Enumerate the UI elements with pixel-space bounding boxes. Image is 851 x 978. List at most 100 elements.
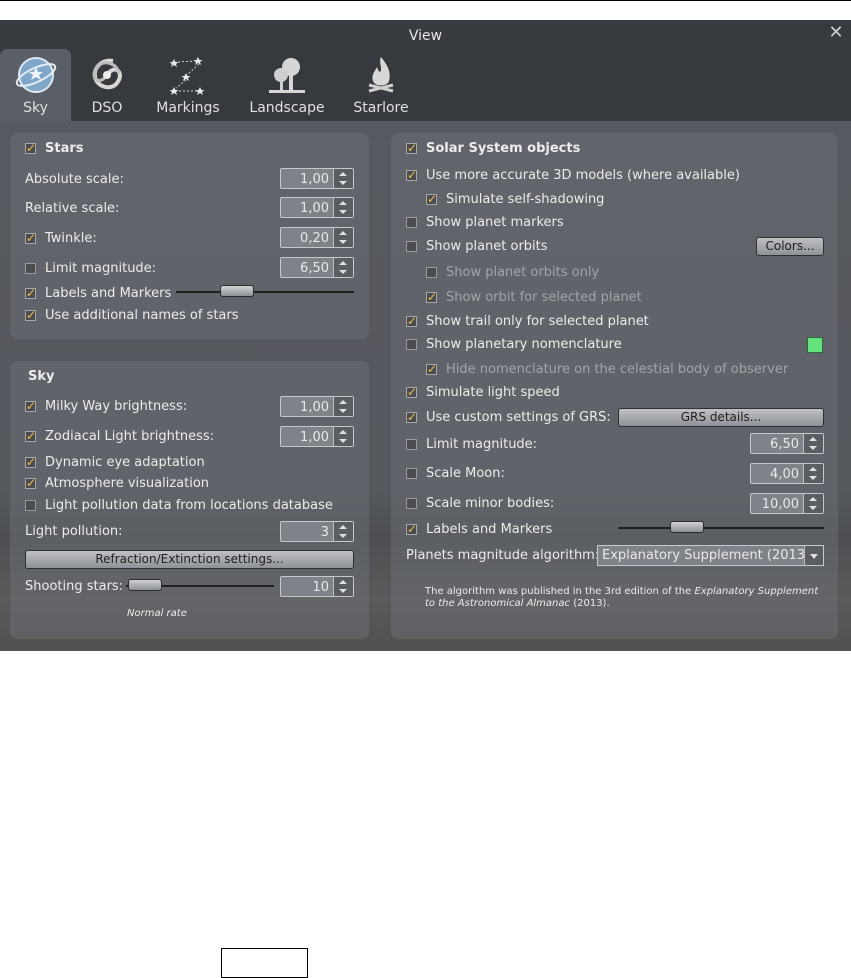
self-shadow-label: Simulate self-shadowing [446, 192, 605, 207]
scale-minor-spinbox[interactable]: 10,00 [750, 493, 824, 514]
twinkle-label: Twinkle: [45, 231, 97, 246]
refraction-settings-button[interactable]: Refraction/Extinction settings... [25, 550, 354, 569]
slider-handle[interactable] [670, 521, 704, 533]
stars-labels-slider[interactable] [176, 285, 354, 297]
spin-arrows-icon[interactable] [803, 494, 823, 513]
scale-moon-label: Scale Moon: [426, 466, 505, 481]
shooting-stars-spinbox[interactable]: 10 [280, 576, 354, 597]
spin-arrows-icon[interactable] [333, 522, 353, 541]
chevron-down-icon[interactable] [804, 546, 823, 565]
algorithm-select[interactable]: Explanatory Supplement (2013) [597, 545, 824, 566]
relative-scale-label: Relative scale: [25, 201, 120, 216]
tab-markings[interactable]: Markings [150, 49, 226, 121]
orbits-only-checkbox[interactable] [426, 267, 437, 278]
zodiacal-checkbox[interactable] [25, 428, 36, 444]
milky-way-label: Milky Way brightness: [45, 399, 188, 414]
models-checkbox[interactable] [406, 167, 417, 183]
nomenclature-checkbox[interactable] [406, 339, 417, 350]
spin-arrows-icon[interactable] [803, 464, 823, 483]
solar-checkbox[interactable] [406, 140, 417, 156]
stars-header: Stars [45, 141, 84, 156]
shooting-stars-slider[interactable] [126, 579, 274, 591]
spin-arrows-icon[interactable] [333, 427, 353, 446]
tab-dso-label: DSO [91, 100, 123, 116]
scale-moon-spinbox[interactable]: 4,00 [750, 463, 824, 484]
atmosphere-checkbox[interactable] [25, 475, 36, 491]
spin-arrows-icon[interactable] [333, 397, 353, 416]
absolute-scale-spinbox[interactable]: 1,00 [280, 168, 354, 189]
algorithm-note: The algorithm was published in the 3rd e… [425, 586, 825, 610]
colors-button[interactable]: Colors... [756, 237, 824, 256]
scale-minor-checkbox[interactable] [406, 498, 417, 509]
tab-sky[interactable]: Sky [0, 49, 71, 121]
spin-arrows-icon[interactable] [333, 198, 353, 217]
milky-way-spinbox[interactable]: 1,00 [280, 396, 354, 417]
scale-minor-label: Scale minor bodies: [426, 496, 555, 511]
grs-details-button[interactable]: GRS details... [618, 408, 824, 427]
solar-labels-row: Labels and Markers [406, 521, 553, 538]
shooting-stars-value: 10 [312, 580, 329, 595]
tab-starlore[interactable]: Starlore [344, 49, 418, 121]
grs-checkbox[interactable] [406, 409, 417, 425]
limit-magnitude-spinbox[interactable]: 6,50 [280, 257, 354, 278]
self-shadow-checkbox[interactable] [426, 191, 437, 207]
stars-labels-checkbox[interactable] [25, 285, 36, 301]
zodiacal-row: Zodiacal Light brightness: [25, 428, 215, 445]
spin-arrows-icon[interactable] [333, 228, 353, 247]
zodiacal-label: Zodiacal Light brightness: [45, 429, 215, 444]
spin-arrows-icon[interactable] [333, 169, 353, 188]
close-icon[interactable]: ✕ [827, 24, 845, 42]
stars-checkbox[interactable] [25, 140, 36, 156]
algorithm-note-year: (2013). [570, 598, 610, 609]
nomenclature-color-swatch[interactable] [807, 337, 823, 353]
tab-landscape[interactable]: Landscape [240, 49, 334, 121]
zodiacal-spinbox[interactable]: 1,00 [280, 426, 354, 447]
light-speed-label: Simulate light speed [426, 385, 560, 400]
orbit-selected-checkbox[interactable] [426, 289, 437, 305]
tab-starlore-label: Starlore [353, 100, 409, 116]
slider-handle[interactable] [220, 285, 254, 297]
absolute-scale-label: Absolute scale: [25, 172, 124, 187]
milky-way-checkbox[interactable] [25, 398, 36, 414]
twinkle-spinbox[interactable]: 0,20 [280, 227, 354, 248]
algorithm-label: Planets magnitude algorithm: [406, 548, 600, 563]
twinkle-row: Twinkle: [25, 230, 97, 247]
hide-nomenclature-checkbox[interactable] [426, 361, 437, 377]
spin-arrows-icon[interactable] [333, 577, 353, 596]
spin-arrows-icon[interactable] [803, 434, 823, 453]
stars-panel: Stars Absolute scale: 1,00 Relative scal… [10, 133, 369, 339]
light-pollution-spinbox[interactable]: 3 [280, 521, 354, 542]
tree-icon [269, 58, 305, 93]
solar-labels-checkbox[interactable] [406, 521, 417, 537]
slider-handle[interactable] [128, 579, 162, 591]
eye-adaptation-checkbox[interactable] [25, 454, 36, 470]
relative-scale-spinbox[interactable]: 1,00 [280, 197, 354, 218]
planet-markers-label: Show planet markers [426, 215, 564, 230]
solar-limit-magnitude-row: Limit magnitude: [406, 437, 537, 453]
planet-orbits-checkbox[interactable] [406, 241, 417, 252]
solar-limit-magnitude-spinbox[interactable]: 6,50 [750, 433, 824, 454]
atmosphere-row: Atmosphere visualization [25, 475, 209, 492]
spin-arrows-icon[interactable] [333, 258, 353, 277]
window-title: View [408, 28, 443, 44]
planet-markers-checkbox[interactable] [406, 217, 417, 228]
additional-names-checkbox[interactable] [25, 307, 36, 323]
algorithm-note-text: The algorithm was published in the 3rd e… [425, 586, 695, 597]
limit-magnitude-checkbox[interactable] [25, 263, 36, 274]
tab-bar: Sky DSO Markings Landscape Starlore [0, 49, 851, 121]
solar-labels-label: Labels and Markers [426, 522, 553, 537]
light-speed-checkbox[interactable] [406, 384, 417, 400]
light-speed-row: Simulate light speed [406, 384, 560, 401]
scale-moon-checkbox[interactable] [406, 468, 417, 479]
solar-limit-magnitude-checkbox[interactable] [406, 439, 417, 450]
hide-nomenclature-row: Hide nomenclature on the celestial body … [426, 361, 788, 378]
solar-labels-slider[interactable] [618, 521, 824, 533]
tab-landscape-label: Landscape [249, 100, 325, 116]
light-pollution-db-checkbox[interactable] [25, 500, 36, 511]
tab-dso[interactable]: DSO [78, 49, 136, 121]
eye-adaptation-label: Dynamic eye adaptation [45, 455, 205, 470]
planet-orbits-label: Show planet orbits [426, 239, 548, 254]
trail-checkbox[interactable] [406, 313, 417, 329]
additional-names-label: Use additional names of stars [45, 308, 239, 323]
twinkle-checkbox[interactable] [25, 230, 36, 246]
